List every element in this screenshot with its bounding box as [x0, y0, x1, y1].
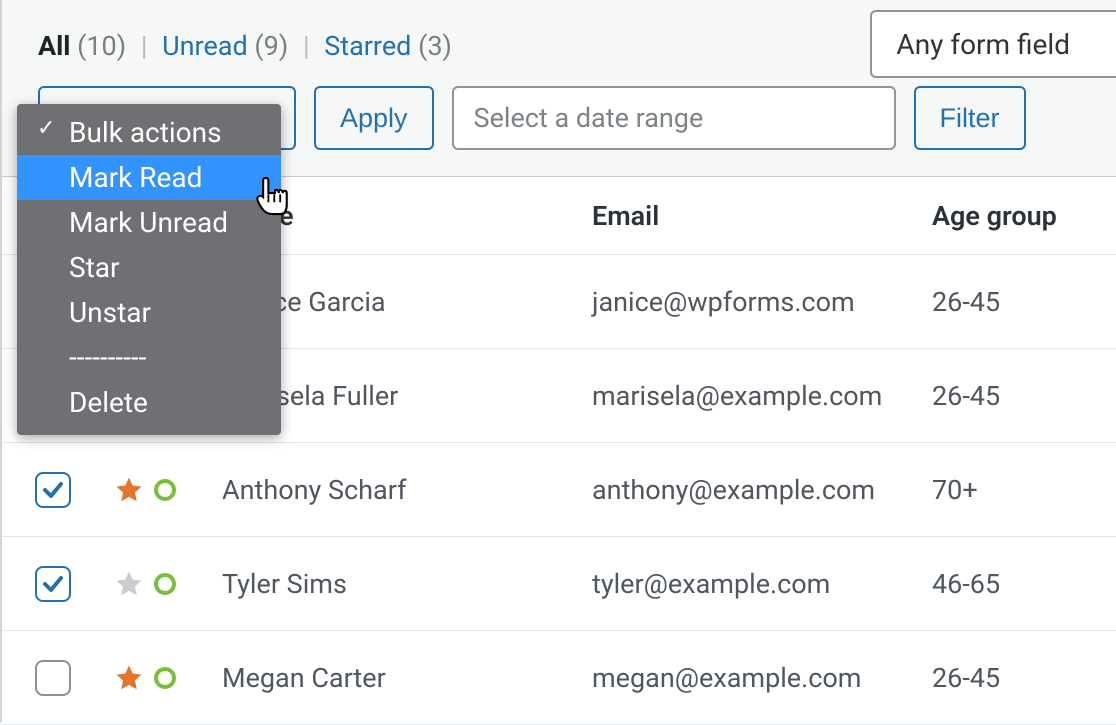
dropdown-separator: ---------- — [17, 335, 281, 380]
star-icon[interactable] — [114, 475, 144, 505]
row-email: anthony@example.com — [592, 474, 902, 506]
row-age-group: 26-45 — [932, 380, 1116, 412]
column-header-email[interactable]: Email — [592, 200, 932, 232]
row-icons-cell — [114, 663, 222, 693]
tab-all[interactable]: All (10) — [38, 30, 126, 62]
row-age-group: 26-45 — [932, 662, 1116, 694]
table-row[interactable]: Megan Cartermegan@example.com 26-45 — [2, 631, 1116, 725]
unread-indicator-icon[interactable] — [154, 667, 176, 689]
row-checkbox-cell — [2, 472, 114, 508]
unread-indicator-icon[interactable] — [154, 573, 176, 595]
tab-separator: | — [303, 30, 310, 62]
row-email: marisela@example.com — [592, 380, 902, 412]
date-range-placeholder: Select a date range — [474, 102, 704, 134]
filter-button[interactable]: Filter — [914, 86, 1026, 150]
row-email: janice@wpforms.com — [592, 286, 902, 318]
dropdown-item-star[interactable]: Star — [17, 245, 281, 290]
dropdown-item-mark-unread[interactable]: Mark Unread — [17, 200, 281, 245]
row-checkbox-cell — [2, 566, 114, 602]
row-icons-cell — [114, 475, 222, 505]
row-age-group: 46-65 — [932, 568, 1116, 600]
row-checkbox[interactable] — [35, 566, 71, 602]
row-age-group: 70+ — [932, 474, 1116, 506]
column-header-age[interactable]: Age group — [932, 200, 1116, 232]
form-field-select-label: Any form field — [896, 28, 1070, 61]
row-name[interactable]: Tyler Sims — [222, 568, 592, 600]
row-checkbox[interactable] — [35, 660, 71, 696]
row-checkbox[interactable] — [35, 472, 71, 508]
tab-starred[interactable]: Starred (3) — [324, 30, 452, 62]
date-range-input[interactable]: Select a date range — [452, 86, 896, 150]
form-field-select[interactable]: Any form field — [870, 10, 1116, 78]
dropdown-item-bulk-actions[interactable]: Bulk actions — [17, 110, 281, 155]
row-name[interactable]: Anthony Scharf — [222, 474, 592, 506]
dropdown-item-unstar[interactable]: Unstar — [17, 290, 281, 335]
apply-button[interactable]: Apply — [314, 86, 434, 150]
table-row[interactable]: Tyler Simstyler@example.com 46-65 — [2, 537, 1116, 631]
row-checkbox-cell — [2, 660, 114, 696]
table-row[interactable]: Anthony Scharfanthony@example.com 70+ — [2, 443, 1116, 537]
unread-indicator-icon[interactable] — [154, 479, 176, 501]
star-icon[interactable] — [114, 663, 144, 693]
star-icon[interactable] — [114, 569, 144, 599]
tab-separator: | — [141, 30, 148, 62]
row-icons-cell — [114, 569, 222, 599]
row-email: tyler@example.com — [592, 568, 902, 600]
dropdown-item-mark-read[interactable]: Mark Read — [17, 155, 281, 200]
row-age-group: 26-45 — [932, 286, 1116, 318]
row-name[interactable]: Megan Carter — [222, 662, 592, 694]
bulk-actions-dropdown: Bulk actions Mark Read Mark Unread Star … — [17, 104, 281, 435]
dropdown-item-delete[interactable]: Delete — [17, 380, 281, 425]
row-email: megan@example.com — [592, 662, 902, 694]
tab-unread[interactable]: Unread (9) — [162, 30, 288, 62]
